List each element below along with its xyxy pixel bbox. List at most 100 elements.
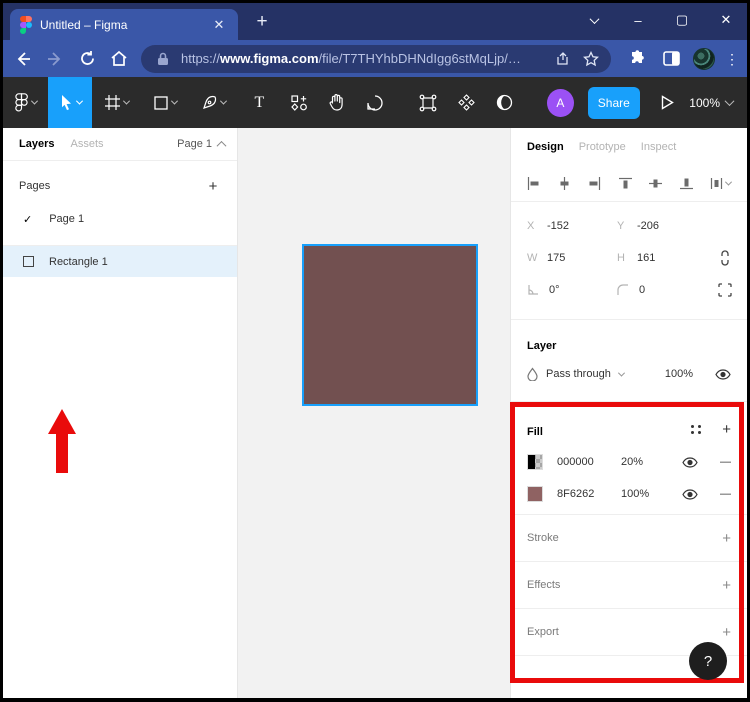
fill-visibility-eye-icon[interactable]: [682, 457, 698, 468]
remove-fill-icon[interactable]: —: [720, 488, 731, 500]
home-icon[interactable]: [105, 45, 133, 73]
remove-fill-icon[interactable]: —: [720, 456, 731, 468]
tab-assets[interactable]: Assets: [70, 138, 103, 150]
align-left-icon[interactable]: [527, 177, 540, 190]
canvas[interactable]: [238, 128, 510, 698]
new-tab-button[interactable]: +: [250, 10, 274, 34]
fill-row: 000000 20% —: [527, 446, 731, 478]
page-list-item[interactable]: ✓ Page 1: [3, 205, 237, 233]
corner-radius-icon: [617, 284, 629, 296]
rectangle-layer-icon: [23, 256, 34, 267]
y-value[interactable]: -206: [637, 220, 659, 232]
fill-color-swatch[interactable]: [527, 454, 543, 470]
fill-color-swatch[interactable]: [527, 486, 543, 502]
forward-icon[interactable]: [41, 45, 69, 73]
shape-tool-button[interactable]: [141, 77, 190, 128]
width-label: W: [527, 252, 537, 264]
constrain-proportions-icon[interactable]: [711, 250, 739, 266]
align-top-icon[interactable]: [619, 177, 632, 190]
layer-section-title: Layer: [527, 340, 556, 352]
main-menu-button[interactable]: [3, 77, 48, 128]
x-label: X: [527, 220, 537, 232]
tab-inspect[interactable]: Inspect: [641, 141, 676, 153]
tab-search-icon[interactable]: [581, 7, 607, 33]
figma-user-avatar[interactable]: A: [547, 89, 573, 117]
fill-section-title: Fill: [527, 426, 543, 438]
annotation-arrow-head: [48, 409, 76, 434]
resources-tool-button[interactable]: [280, 77, 318, 128]
bookmark-star-icon[interactable]: [581, 49, 601, 69]
window-maximize-button[interactable]: ▢: [669, 7, 695, 33]
add-effect-button[interactable]: +: [722, 577, 731, 594]
edit-object-button[interactable]: [409, 77, 448, 128]
tab-prototype[interactable]: Prototype: [579, 141, 626, 153]
fill-hex-value[interactable]: 8F6262: [557, 488, 621, 500]
pen-tool-button[interactable]: [190, 77, 239, 128]
add-page-button[interactable]: +: [203, 178, 223, 195]
add-fill-button[interactable]: +: [722, 421, 731, 438]
layer-list-item-rectangle-1[interactable]: Rectangle 1: [3, 246, 237, 277]
help-button[interactable]: ?: [689, 642, 727, 680]
width-value[interactable]: 175: [547, 252, 565, 264]
comment-tool-button[interactable]: [355, 77, 394, 128]
browser-profile-avatar[interactable]: [693, 48, 715, 70]
extensions-icon[interactable]: [625, 47, 649, 71]
figma-favicon: [20, 16, 32, 34]
zoom-menu[interactable]: 100%: [689, 77, 747, 128]
hand-tool-button[interactable]: [318, 77, 356, 128]
window-minimize-button[interactable]: –: [625, 7, 651, 33]
align-bottom-icon[interactable]: [680, 177, 693, 190]
fill-styles-icon[interactable]: [691, 425, 702, 434]
layer-item-label: Rectangle 1: [49, 256, 108, 268]
mask-tool-button[interactable]: [486, 77, 524, 128]
corner-radius-value[interactable]: 0: [639, 284, 645, 296]
independent-corners-icon[interactable]: [711, 283, 739, 297]
annotation-arrow-stem: [56, 433, 68, 473]
y-label: Y: [617, 220, 627, 232]
add-stroke-button[interactable]: +: [722, 530, 731, 547]
browser-tab[interactable]: Untitled – Figma ✕: [10, 9, 238, 40]
tab-design[interactable]: Design: [527, 141, 564, 153]
selected-rectangle[interactable]: [302, 244, 478, 406]
fill-row: 8F6262 100% —: [527, 478, 731, 510]
move-tool-button[interactable]: [48, 77, 92, 128]
window-close-button[interactable]: ✕: [713, 7, 739, 33]
text-tool-button[interactable]: T: [239, 77, 280, 128]
tab-close-icon[interactable]: ✕: [210, 16, 228, 34]
rotation-value[interactable]: 0°: [549, 284, 560, 296]
fill-opacity-value[interactable]: 20%: [621, 456, 673, 468]
pages-header: Pages: [19, 180, 50, 192]
align-horizontal-center-icon[interactable]: [558, 177, 571, 190]
lock-icon[interactable]: [153, 49, 173, 69]
align-right-icon[interactable]: [588, 177, 601, 190]
add-export-button[interactable]: +: [722, 624, 731, 641]
fill-hex-value[interactable]: 000000: [557, 456, 621, 468]
frame-tool-button[interactable]: [92, 77, 141, 128]
page-item-label: Page 1: [49, 213, 84, 225]
align-vertical-center-icon[interactable]: [649, 177, 662, 190]
layer-visibility-eye-icon[interactable]: [715, 369, 731, 380]
share-page-icon[interactable]: [553, 49, 573, 69]
height-label: H: [617, 252, 627, 264]
browser-window: Untitled – Figma ✕ + – ▢ ✕ https://www: [0, 0, 750, 702]
distribute-menu-icon[interactable]: [710, 177, 731, 190]
side-panel-icon[interactable]: [659, 47, 683, 71]
url-bar[interactable]: https://www.figma.com/file/T7THYhbDHNdIg…: [141, 45, 611, 73]
export-section-title: Export: [527, 626, 559, 638]
share-button[interactable]: Share: [588, 87, 641, 119]
browser-menu-icon[interactable]: ⋮: [725, 57, 739, 61]
fill-visibility-eye-icon[interactable]: [682, 489, 698, 500]
present-button[interactable]: [646, 77, 689, 128]
tab-layers[interactable]: Layers: [19, 138, 54, 150]
layer-opacity-value[interactable]: 100%: [665, 368, 693, 380]
page-selector[interactable]: Page 1: [177, 138, 225, 150]
fill-opacity-value[interactable]: 100%: [621, 488, 673, 500]
reload-icon[interactable]: [73, 45, 101, 73]
x-value[interactable]: -152: [547, 220, 569, 232]
blend-mode-select[interactable]: Pass through: [546, 368, 611, 380]
rotation-icon: [527, 284, 539, 296]
create-component-button[interactable]: [448, 77, 486, 128]
effects-section-title: Effects: [527, 579, 560, 591]
back-icon[interactable]: [9, 45, 37, 73]
height-value[interactable]: 161: [637, 252, 655, 264]
